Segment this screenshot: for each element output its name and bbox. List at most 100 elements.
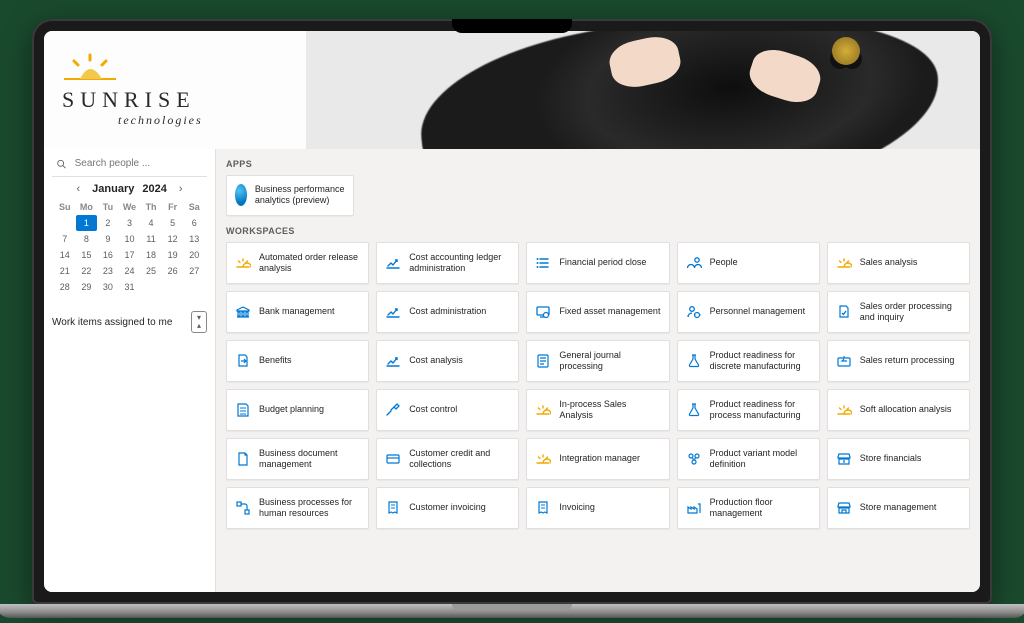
cal-year: 2024 [142, 183, 166, 195]
workspace-label: Store management [860, 502, 937, 513]
sunrise-icon [836, 402, 852, 418]
cal-day[interactable]: 14 [54, 247, 76, 263]
workspace-card[interactable]: Sales return processing [827, 340, 970, 382]
workspace-label: Business document management [259, 448, 360, 470]
workspace-card[interactable]: Cost accounting ledger administration [376, 242, 519, 284]
workspace-card[interactable]: Personnel management [677, 291, 820, 333]
cal-day[interactable]: 30 [97, 279, 119, 295]
search-input[interactable] [73, 157, 203, 170]
workspace-card[interactable]: Customer invoicing [376, 487, 519, 529]
workspace-card[interactable]: Store financials [827, 438, 970, 480]
workspace-card[interactable]: Invoicing [526, 487, 669, 529]
workspace-card[interactable]: Cost administration [376, 291, 519, 333]
cal-day[interactable]: 22 [76, 263, 98, 279]
workspace-label: Budget planning [259, 404, 324, 415]
workspace-card[interactable]: Product readiness for process manufactur… [677, 389, 820, 431]
cal-day[interactable]: 24 [119, 263, 141, 279]
sunrise-icon [535, 402, 551, 418]
workspace-card[interactable]: Product readiness for discrete manufactu… [677, 340, 820, 382]
workspace-card[interactable]: Benefits [226, 340, 369, 382]
factory-icon [686, 500, 702, 516]
workspace-label: Sales order processing and inquiry [860, 301, 961, 323]
cal-day[interactable]: 8 [76, 231, 98, 247]
people-icon [686, 255, 702, 271]
cal-day[interactable]: 10 [119, 231, 141, 247]
work-items-header[interactable]: Work items assigned to me ▾▴ [52, 307, 207, 337]
workspace-label: Sales analysis [860, 257, 918, 268]
cal-prev[interactable]: ‹ [72, 183, 84, 195]
workspace-card[interactable]: Sales analysis [827, 242, 970, 284]
chart-up-icon [385, 304, 401, 320]
cal-day[interactable]: 2 [97, 215, 119, 231]
cal-day-header: Sa [183, 199, 205, 215]
cal-day[interactable]: 6 [183, 215, 205, 231]
workspace-card[interactable]: Cost analysis [376, 340, 519, 382]
cal-day[interactable]: 19 [162, 247, 184, 263]
workspace-card[interactable]: Soft allocation analysis [827, 389, 970, 431]
workspace-card[interactable]: General journal processing [526, 340, 669, 382]
cal-day[interactable]: 5 [162, 215, 184, 231]
workspace-card[interactable]: Customer credit and collections [376, 438, 519, 480]
search-icon [56, 158, 67, 170]
workspace-label: General journal processing [559, 350, 660, 372]
cal-day[interactable]: 16 [97, 247, 119, 263]
workspace-card[interactable]: Budget planning [226, 389, 369, 431]
apps-heading: APPS [226, 159, 970, 169]
workspace-card[interactable]: Store management [827, 487, 970, 529]
chart-up-icon [385, 353, 401, 369]
bank-icon [235, 304, 251, 320]
workspace-label: Soft allocation analysis [860, 404, 952, 415]
workspace-card[interactable]: Automated order release analysis [226, 242, 369, 284]
workspace-card[interactable]: In-process Sales Analysis [526, 389, 669, 431]
cal-day[interactable]: 17 [119, 247, 141, 263]
workspace-card[interactable]: Product variant model definition [677, 438, 820, 480]
workspace-card[interactable]: Bank management [226, 291, 369, 333]
workspace-label: Financial period close [559, 257, 646, 268]
search-box[interactable] [52, 153, 207, 177]
cal-day[interactable]: 9 [97, 231, 119, 247]
cal-day[interactable]: 11 [140, 231, 162, 247]
cal-day [183, 279, 205, 295]
workspace-label: Production floor management [710, 497, 811, 519]
cal-day[interactable]: 21 [54, 263, 76, 279]
workspace-card[interactable]: People [677, 242, 820, 284]
cal-day[interactable]: 4 [140, 215, 162, 231]
workspace-card[interactable]: Sales order processing and inquiry [827, 291, 970, 333]
cal-day[interactable]: 12 [162, 231, 184, 247]
cal-day[interactable]: 31 [119, 279, 141, 295]
workspace-card[interactable]: Integration manager [526, 438, 669, 480]
workspace-card[interactable]: Fixed asset management [526, 291, 669, 333]
cal-day[interactable]: 1 [76, 215, 98, 231]
cal-day[interactable]: 25 [140, 263, 162, 279]
workspace-card[interactable]: Financial period close [526, 242, 669, 284]
logo: SUNRISE technologies [62, 49, 203, 128]
cal-day[interactable]: 7 [54, 231, 76, 247]
variant-icon [686, 451, 702, 467]
workspace-label: Bank management [259, 306, 335, 317]
cal-day-header: Tu [97, 199, 119, 215]
workspace-card[interactable]: Cost control [376, 389, 519, 431]
cal-day[interactable]: 15 [76, 247, 98, 263]
cal-day[interactable]: 26 [162, 263, 184, 279]
cal-day[interactable]: 28 [54, 279, 76, 295]
invoice-icon [535, 500, 551, 516]
cal-day[interactable]: 3 [119, 215, 141, 231]
workspace-card[interactable]: Production floor management [677, 487, 820, 529]
app-label: Business performance analytics (preview) [255, 184, 345, 207]
invoice-icon [385, 500, 401, 516]
workspace-card[interactable]: Business document management [226, 438, 369, 480]
workspace-card[interactable]: Business processes for human resources [226, 487, 369, 529]
laptop-notch [452, 19, 572, 33]
cal-day[interactable]: 13 [183, 231, 205, 247]
cal-next[interactable]: › [175, 183, 187, 195]
cal-day[interactable]: 27 [183, 263, 205, 279]
workspace-label: Cost analysis [409, 355, 463, 366]
app-card[interactable]: Business performance analytics (preview) [226, 175, 354, 216]
process-icon [235, 500, 251, 516]
cal-day[interactable]: 29 [76, 279, 98, 295]
work-items-toggle-icon[interactable]: ▾▴ [191, 311, 207, 333]
cal-day[interactable]: 20 [183, 247, 205, 263]
cal-day[interactable]: 18 [140, 247, 162, 263]
cal-day[interactable]: 23 [97, 263, 119, 279]
app-icon [235, 184, 247, 206]
